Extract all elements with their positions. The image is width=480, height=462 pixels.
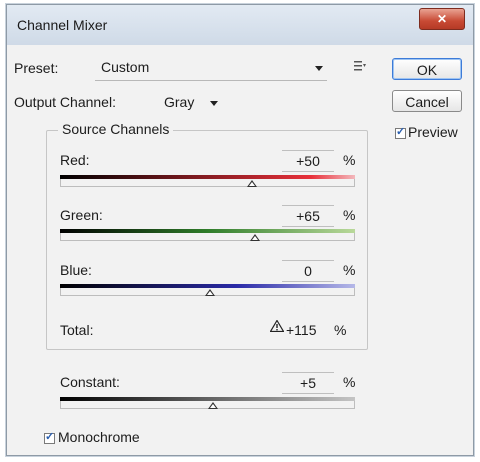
preset-value: Custom	[101, 59, 150, 75]
total-percent: %	[334, 322, 347, 338]
preset-dropdown[interactable]: Custom	[95, 56, 327, 81]
preview-label: Preview	[408, 124, 458, 140]
output-channel-value: Gray	[164, 94, 195, 110]
green-slider-thumb[interactable]	[249, 234, 260, 241]
red-slider-thumb[interactable]	[246, 180, 257, 187]
title-bar: Channel Mixer ✕	[7, 5, 473, 45]
preview-checkbox[interactable]	[395, 125, 406, 139]
blue-slider-thumb[interactable]	[205, 289, 216, 296]
blue-percent: %	[343, 262, 356, 278]
red-label: Red:	[60, 152, 90, 168]
red-percent: %	[343, 152, 356, 168]
ok-button[interactable]: OK	[392, 58, 462, 80]
output-channel-label: Output Channel:	[14, 94, 116, 110]
red-slider[interactable]	[60, 179, 355, 187]
green-label: Green:	[60, 207, 103, 223]
red-value-input[interactable]: +50	[282, 150, 334, 172]
source-channels-title: Source Channels	[58, 121, 174, 137]
blue-label: Blue:	[60, 262, 92, 278]
output-channel-dropdown[interactable]: Gray	[160, 90, 222, 112]
constant-label: Constant:	[60, 374, 120, 390]
green-percent: %	[343, 207, 356, 223]
constant-value-input[interactable]: +5	[282, 372, 334, 394]
close-button[interactable]: ✕	[419, 8, 465, 30]
green-value-input[interactable]: +65	[282, 205, 334, 227]
total-value: +115	[286, 322, 317, 338]
close-icon: ✕	[436, 12, 448, 26]
cancel-button[interactable]: Cancel	[392, 90, 462, 112]
chevron-down-icon	[210, 101, 218, 106]
warning-icon	[270, 320, 284, 332]
constant-percent: %	[343, 374, 356, 390]
monochrome-label: Monochrome	[58, 429, 140, 445]
window-title: Channel Mixer	[17, 17, 108, 33]
preset-label: Preset:	[14, 60, 59, 76]
preset-options-icon[interactable]	[354, 60, 366, 72]
green-slider[interactable]	[60, 233, 355, 241]
monochrome-checkbox[interactable]	[44, 430, 55, 444]
blue-value-input[interactable]: 0	[282, 260, 334, 282]
chevron-down-icon	[315, 66, 323, 71]
constant-slider-thumb[interactable]	[208, 402, 219, 409]
total-label: Total:	[60, 322, 94, 338]
